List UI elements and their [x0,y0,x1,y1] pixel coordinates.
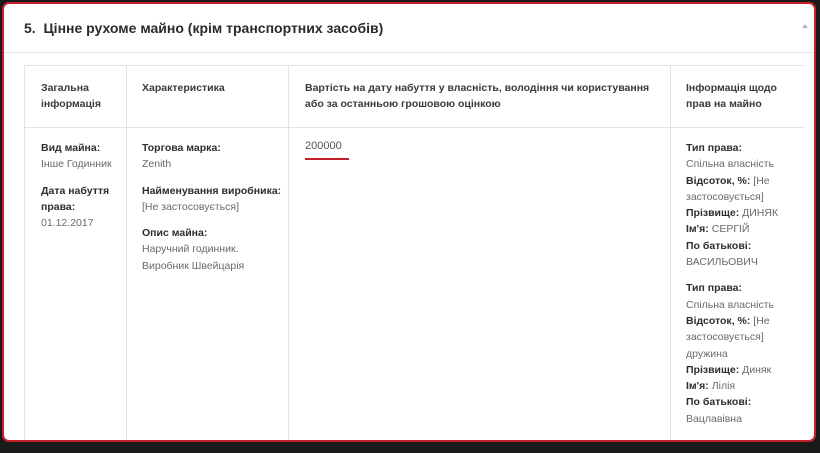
header-divider [25,127,805,128]
owner-entry: Тип права: Спільна власність Відсоток, %… [686,140,801,270]
name-label: Ім'я: [686,380,709,393]
patronymic-value: Вацлавівна [686,412,742,425]
surname-value: ДИНЯК [742,207,779,220]
relation-value: дружина [686,347,728,360]
description-label: Опис майна: [142,227,208,240]
column-divider [126,66,127,440]
right-type-value: Спільна власність [686,158,774,171]
owner-entry: Тип права: Спільна власність Відсоток, %… [686,280,801,427]
right-type-value: Спільна власність [686,298,774,311]
surname-value: Диняк [742,363,772,376]
surname-label: Прізвище: [686,207,740,220]
manufacturer-label: Найменування виробника: [142,184,282,197]
property-type-label: Вид майна: [41,142,101,154]
description-value: Наручний годинник. Виробник Швейцарія [142,243,245,272]
right-type-label: Тип права: [686,142,742,154]
section-title: 5. Цінне рухоме майно (крім транспортних… [24,20,384,36]
share-label: Відсоток, %: [686,174,751,187]
header-rights: Інформація щодо прав на майно [686,82,777,110]
patronymic-value: ВАСИЛЬОВИЧ [686,256,758,269]
header-value: Вартість на дату набуття у власність, во… [305,82,650,110]
surname-label: Прізвище: [686,363,740,376]
section-card: 5. Цінне рухоме майно (крім транспортних… [2,2,816,442]
characteristics-cell: Торгова марка: Zenith Найменування вироб… [142,140,282,274]
manufacturer-value: [Не застосовується] [142,200,239,213]
general-info-cell: Вид майна: Інше Годинник Дата набуття пр… [41,140,121,231]
header-general: Загальна інформація [41,82,101,110]
section-header[interactable]: 5. Цінне рухоме майно (крім транспортних… [4,4,814,53]
property-type-value: Інше Годинник [41,158,112,171]
spellcheck-underline [305,158,349,160]
header-characteristics: Характеристика [142,82,225,94]
name-label: Ім'я: [686,223,709,236]
column-divider [288,66,289,440]
right-type-label: Тип права: [686,282,742,295]
patronymic-label: По батькові: [686,396,752,409]
chevron-up-icon[interactable] [802,24,808,28]
patronymic-label: По батькові: [686,239,752,252]
acquisition-date-value: 01.12.2017 [41,217,94,230]
rights-cell: Тип права: Спільна власність Відсоток, %… [686,140,801,427]
name-value: СЕРГІЙ [711,223,750,236]
name-value: Лілія [711,380,736,393]
property-table: Загальна інформація Характеристика Варті… [24,65,805,440]
acquisition-date-label: Дата набуття права: [41,184,110,213]
share-label: Відсоток, %: [686,314,751,327]
brand-value: Zenith [142,158,172,171]
column-divider [670,66,671,440]
price-value: 200000 [305,140,342,152]
brand-label: Торгова марка: [142,142,221,154]
